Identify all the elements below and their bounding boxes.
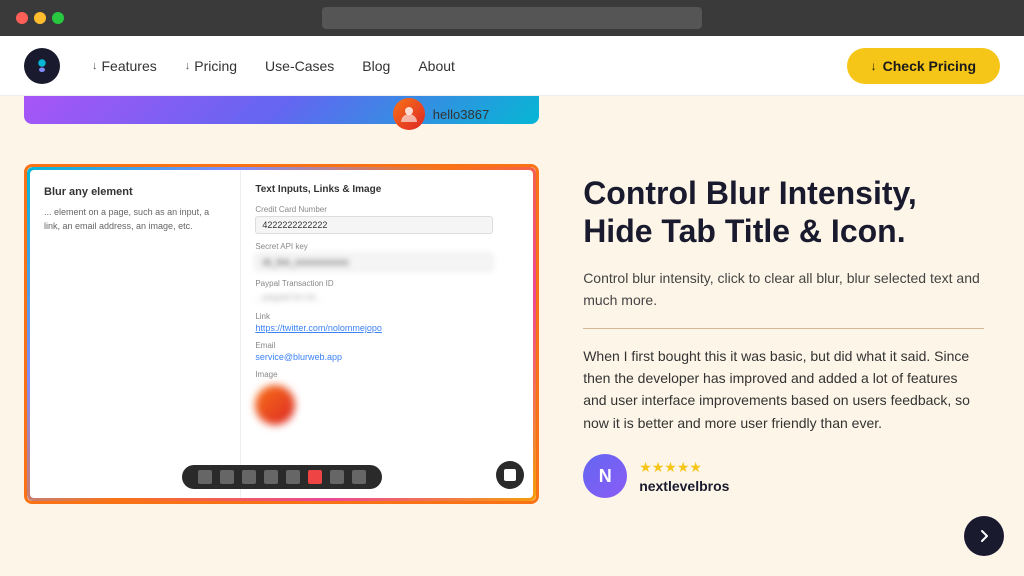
profile-avatar: [393, 98, 425, 130]
demo-screenshot: Blur any element ... element on a page, …: [24, 164, 539, 504]
demo-toolbar-icon-4: [264, 470, 278, 484]
address-bar[interactable]: [322, 7, 702, 29]
traffic-lights: [16, 12, 64, 24]
nav-link-about[interactable]: About: [418, 58, 455, 74]
demo-field-label: Image: [255, 370, 519, 379]
left-panel: hello3867 Blur any element ... element o…: [0, 96, 563, 576]
browser-chrome: [0, 0, 1024, 36]
demo-field-label: Paypal Transaction ID: [255, 279, 519, 288]
testimonial-text: When I first bought this it was basic, b…: [583, 345, 984, 435]
page-wrapper: ↓ Features ↓ Pricing Use-Cases Blog Abou…: [0, 36, 1024, 576]
demo-field-image: Image: [255, 370, 519, 425]
demo-corner-button[interactable]: [496, 461, 524, 489]
demo-image-placeholder: [255, 385, 295, 425]
demo-email[interactable]: service@blurweb.app: [255, 352, 519, 362]
cta-arrow-icon: ↓: [871, 59, 877, 73]
demo-toolbar-icon-3: [242, 470, 256, 484]
demo-toolbar-icon-7: [352, 470, 366, 484]
traffic-light-green[interactable]: [52, 12, 64, 24]
demo-toolbar-icon-2: [220, 470, 234, 484]
nav-arrow-right-button[interactable]: [964, 516, 1004, 556]
feature-description: Control blur intensity, click to clear a…: [583, 267, 984, 312]
spacer: [0, 124, 563, 164]
demo-field-label: Email: [255, 341, 519, 350]
profile-username: hello3867: [433, 107, 489, 122]
divider: [583, 328, 984, 329]
demo-toolbar: [182, 465, 382, 489]
demo-left-section: Blur any element ... element on a page, …: [30, 170, 241, 498]
traffic-light-red[interactable]: [16, 12, 28, 24]
nav-link-pricing[interactable]: ↓ Pricing: [185, 58, 237, 74]
demo-field-label: Credit Card Number: [255, 205, 519, 214]
demo-field-label: Secret API key: [255, 242, 519, 251]
arrow-down-icon: ↓: [92, 60, 98, 72]
demo-right-section: Text Inputs, Links & Image Credit Card N…: [241, 170, 533, 498]
demo-field-api: Secret API key sk_live_xxxxxxxxxxxx: [255, 242, 519, 271]
navbar: ↓ Features ↓ Pricing Use-Cases Blog Abou…: [0, 36, 1024, 96]
demo-toolbar-icon-6: [330, 470, 344, 484]
demo-toolbar-icon-1: [198, 470, 212, 484]
author-info: ★★★★★ nextlevelbros: [639, 459, 729, 494]
author-stars: ★★★★★: [639, 459, 729, 476]
traffic-light-yellow[interactable]: [34, 12, 46, 24]
demo-link[interactable]: https://twitter.com/nolommejopo: [255, 323, 519, 333]
demo-right-title: Text Inputs, Links & Image: [255, 184, 519, 195]
demo-field-cc: Credit Card Number 4222222222222: [255, 205, 519, 234]
demo-inner-content: Blur any element ... element on a page, …: [30, 170, 533, 498]
demo-field-blurred: sk_live_xxxxxxxxxxxx: [255, 253, 492, 271]
feature-title: Control Blur Intensity,Hide Tab Title & …: [583, 174, 984, 251]
demo-rainbow-border: Blur any element ... element on a page, …: [27, 167, 536, 501]
author-name: nextlevelbros: [639, 478, 729, 494]
demo-toolbar-icon-red: [308, 470, 322, 484]
demo-field-value: 4222222222222: [255, 216, 492, 234]
nav-link-blog[interactable]: Blog: [362, 58, 390, 74]
nav-link-features[interactable]: ↓ Features: [92, 58, 157, 74]
demo-field-paypal: Paypal Transaction ID ...paypal-txn-id..…: [255, 279, 519, 304]
demo-left-text: ... element on a page, such as an input,…: [44, 206, 226, 233]
demo-corner-icon: [504, 469, 516, 481]
content-area: hello3867 Blur any element ... element o…: [0, 96, 1024, 576]
nav-logo[interactable]: [24, 48, 60, 84]
demo-field-email: Email service@blurweb.app: [255, 341, 519, 362]
demo-field-label: Link: [255, 312, 519, 321]
author-avatar: N: [583, 454, 627, 498]
profile-snippet: hello3867: [393, 98, 489, 130]
demo-field-link: Link https://twitter.com/nolommejopo: [255, 312, 519, 333]
nav-link-use-cases[interactable]: Use-Cases: [265, 58, 334, 74]
right-panel: Control Blur Intensity,Hide Tab Title & …: [563, 96, 1024, 576]
demo-toolbar-icon-5: [286, 470, 300, 484]
demo-left-title: Blur any element: [44, 186, 226, 198]
check-pricing-button[interactable]: ↓ Check Pricing: [847, 48, 1000, 84]
arrow-down-icon: ↓: [185, 60, 191, 72]
testimonial-author: N ★★★★★ nextlevelbros: [583, 454, 984, 498]
nav-links: ↓ Features ↓ Pricing Use-Cases Blog Abou…: [92, 58, 847, 74]
